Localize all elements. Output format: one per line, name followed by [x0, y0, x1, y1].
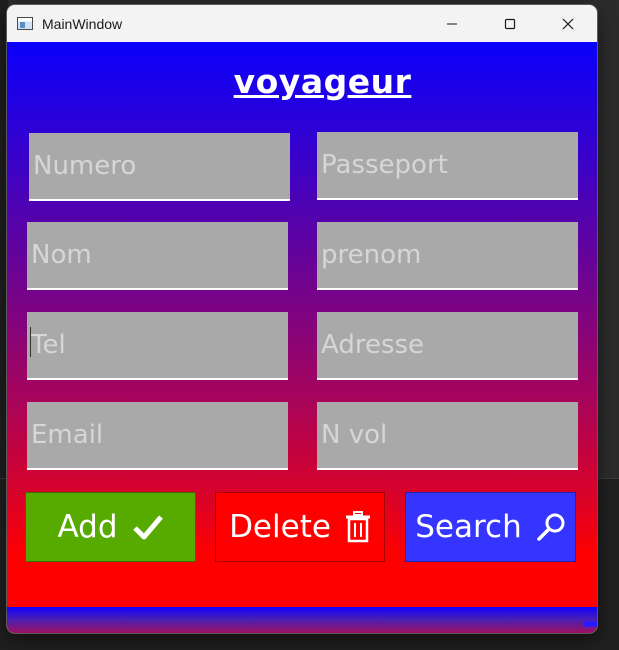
tel-field[interactable] — [27, 312, 288, 380]
minimize-button[interactable] — [423, 5, 481, 42]
maximize-button[interactable] — [481, 5, 539, 42]
add-button[interactable]: Add — [25, 492, 196, 562]
title-bar[interactable]: MainWindow — [7, 5, 597, 42]
minimize-icon — [447, 23, 457, 24]
delete-button[interactable]: Delete — [215, 492, 385, 562]
email-field[interactable] — [27, 402, 288, 470]
add-button-label: Add — [57, 509, 118, 545]
text-cursor — [30, 327, 31, 357]
app-window-icon — [17, 17, 33, 30]
numero-field[interactable] — [29, 133, 290, 201]
adresse-field[interactable] — [317, 312, 578, 380]
form-area: voyageur Add Delete Sea — [7, 42, 597, 633]
close-icon — [562, 18, 574, 29]
search-icon — [537, 513, 565, 541]
search-button[interactable]: Search — [405, 492, 576, 562]
search-button-label: Search — [415, 509, 522, 545]
window-controls — [423, 5, 597, 42]
check-icon — [132, 515, 163, 540]
bottom-bar — [7, 607, 597, 633]
delete-button-label: Delete — [229, 509, 331, 545]
bottom-bar-marker — [583, 621, 597, 627]
maximize-icon — [504, 18, 516, 29]
nom-field[interactable] — [27, 222, 288, 290]
page-title: voyageur — [233, 62, 412, 101]
passeport-field[interactable] — [317, 132, 578, 200]
trash-icon — [345, 511, 370, 543]
nvol-field[interactable] — [317, 402, 578, 470]
main-window: MainWindow voyageur Add — [7, 5, 597, 633]
window-title: MainWindow — [42, 15, 123, 32]
close-button[interactable] — [539, 5, 597, 42]
prenom-field[interactable] — [317, 222, 578, 290]
